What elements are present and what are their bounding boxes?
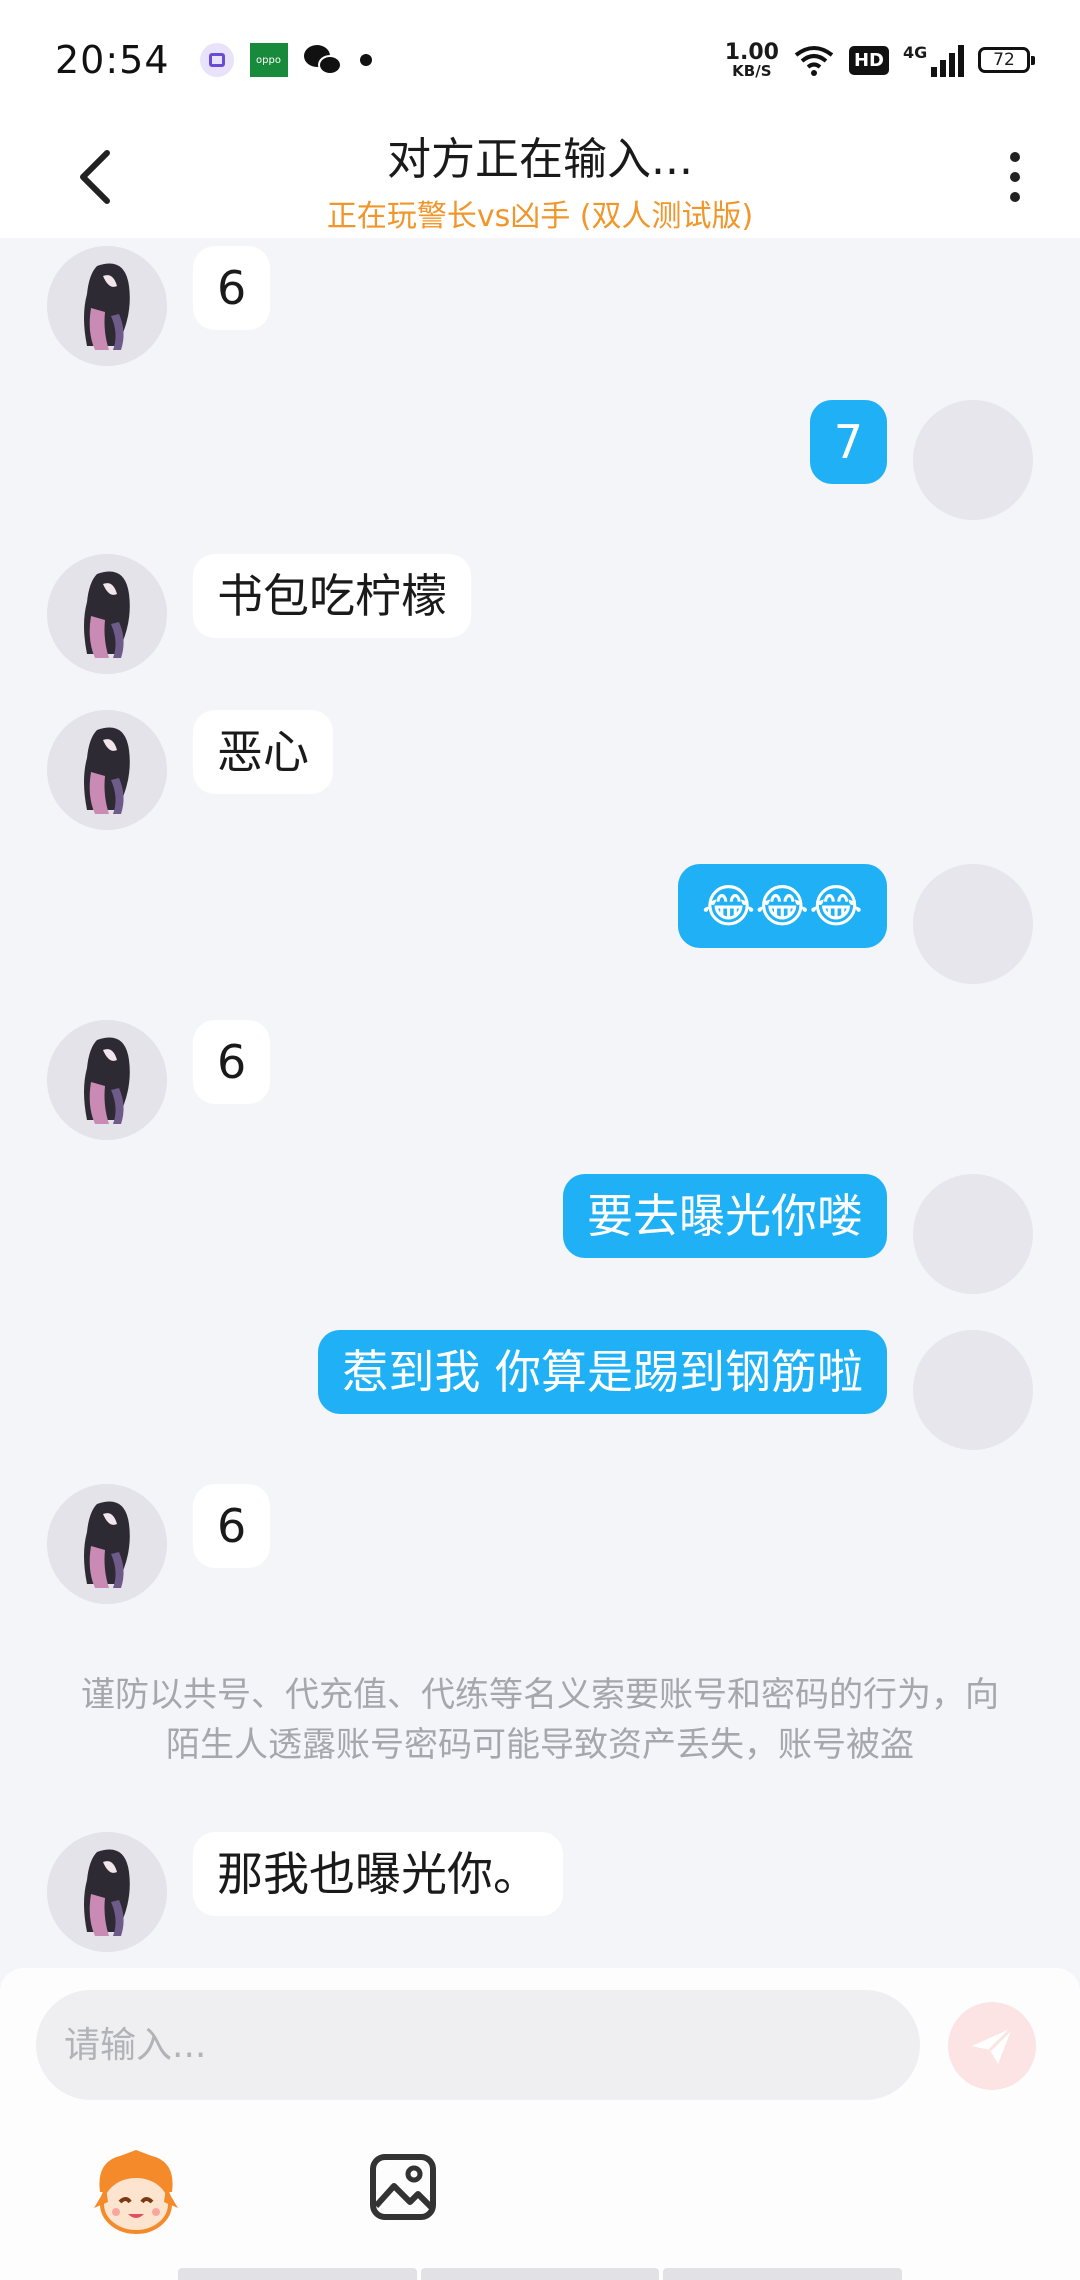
chevron-left-icon <box>80 150 110 204</box>
message-list[interactable]: 6 7 书包吃柠檬 恶心 😂😂😂 6 要去曝光你喽 惹到我 你算是踢到钢筋啦 6… <box>0 238 1080 1968</box>
message-bubble[interactable]: 6 <box>193 1484 271 1568</box>
peer-avatar[interactable] <box>47 554 167 674</box>
network-speed: 1.00 KB/S <box>724 39 779 80</box>
more-vertical-icon <box>1010 152 1020 162</box>
anime-girl-avatar-icon <box>47 554 167 674</box>
battery-level: 72 <box>993 50 1015 70</box>
peer-avatar[interactable] <box>47 1484 167 1604</box>
anime-girl-avatar-icon <box>47 1484 167 1604</box>
message-bubble[interactable]: 😂😂😂 <box>677 864 887 948</box>
anime-girl-avatar-icon <box>47 1020 167 1140</box>
anime-girl-avatar-icon <box>47 246 167 366</box>
header-titles: 对方正在输入... 正在玩警长vs凶手 (双人测试版) <box>327 123 753 235</box>
message-bubble[interactable]: 要去曝光你喽 <box>563 1174 887 1258</box>
network-speed-value: 1.00 <box>724 39 779 65</box>
self-avatar[interactable] <box>913 1174 1033 1294</box>
image-picker-button[interactable] <box>368 2152 438 2222</box>
app-notification-icon <box>199 43 234 77</box>
bottom-tab-hint <box>178 2268 903 2280</box>
page-title: 对方正在输入... <box>387 134 693 185</box>
send-paper-plane-icon <box>972 2026 1014 2064</box>
notification-icons: oppo <box>199 43 372 77</box>
back-button[interactable] <box>60 142 130 212</box>
hd-icon: HD <box>848 45 889 75</box>
network-speed-unit: KB/S <box>732 61 772 80</box>
message-bubble[interactable]: 恶心 <box>193 710 333 794</box>
anime-girl-avatar-icon <box>47 710 167 830</box>
network-type-label: 4G <box>903 43 928 62</box>
security-notice: 谨防以共号、代充值、代练等名义索要账号和密码的行为，向陌生人透露账号密码可能导致… <box>81 1675 999 1765</box>
wechat-icon <box>303 43 344 77</box>
self-avatar[interactable] <box>913 864 1033 984</box>
peer-avatar[interactable] <box>47 1020 167 1140</box>
self-avatar[interactable] <box>913 400 1033 520</box>
peer-avatar[interactable] <box>47 710 167 830</box>
more-notifications-dot-icon <box>359 54 372 66</box>
message-bubble[interactable]: 那我也曝光你。 <box>193 1832 563 1916</box>
message-bubble[interactable]: 6 <box>193 246 271 330</box>
message-bubble[interactable]: 书包吃柠檬 <box>193 554 471 638</box>
message-input[interactable] <box>36 1990 920 2100</box>
input-panel <box>0 1968 1080 2280</box>
emoji-sticker-button[interactable] <box>90 2148 182 2240</box>
more-options-button[interactable] <box>990 142 1040 212</box>
peer-avatar[interactable] <box>47 1832 167 1952</box>
status-bar: 20:54 oppo 1.00 KB/S HD 4G 72 <box>0 0 1080 120</box>
image-icon <box>370 2154 436 2220</box>
anime-girl-avatar-icon <box>47 1832 167 1952</box>
message-bubble[interactable]: 惹到我 你算是踢到钢筋啦 <box>318 1330 887 1414</box>
message-bubble[interactable]: 6 <box>193 1020 271 1104</box>
battery-icon: 72 <box>978 47 1035 73</box>
send-button[interactable] <box>948 2002 1036 2090</box>
game-status-subtitle[interactable]: 正在玩警长vs凶手 (双人测试版) <box>327 191 753 235</box>
status-time: 20:54 <box>55 38 170 82</box>
oppo-icon: oppo <box>249 43 288 77</box>
signal-icon: 4G <box>903 43 964 77</box>
wifi-icon <box>794 46 834 76</box>
chat-header: 对方正在输入... 正在玩警长vs凶手 (双人测试版) <box>0 120 1080 238</box>
message-bubble[interactable]: 7 <box>809 400 887 484</box>
self-avatar[interactable] <box>913 1330 1033 1450</box>
peer-avatar[interactable] <box>47 246 167 366</box>
mascot-icon <box>94 2150 178 2234</box>
system-icons: 1.00 KB/S HD 4G 72 <box>724 39 1035 80</box>
